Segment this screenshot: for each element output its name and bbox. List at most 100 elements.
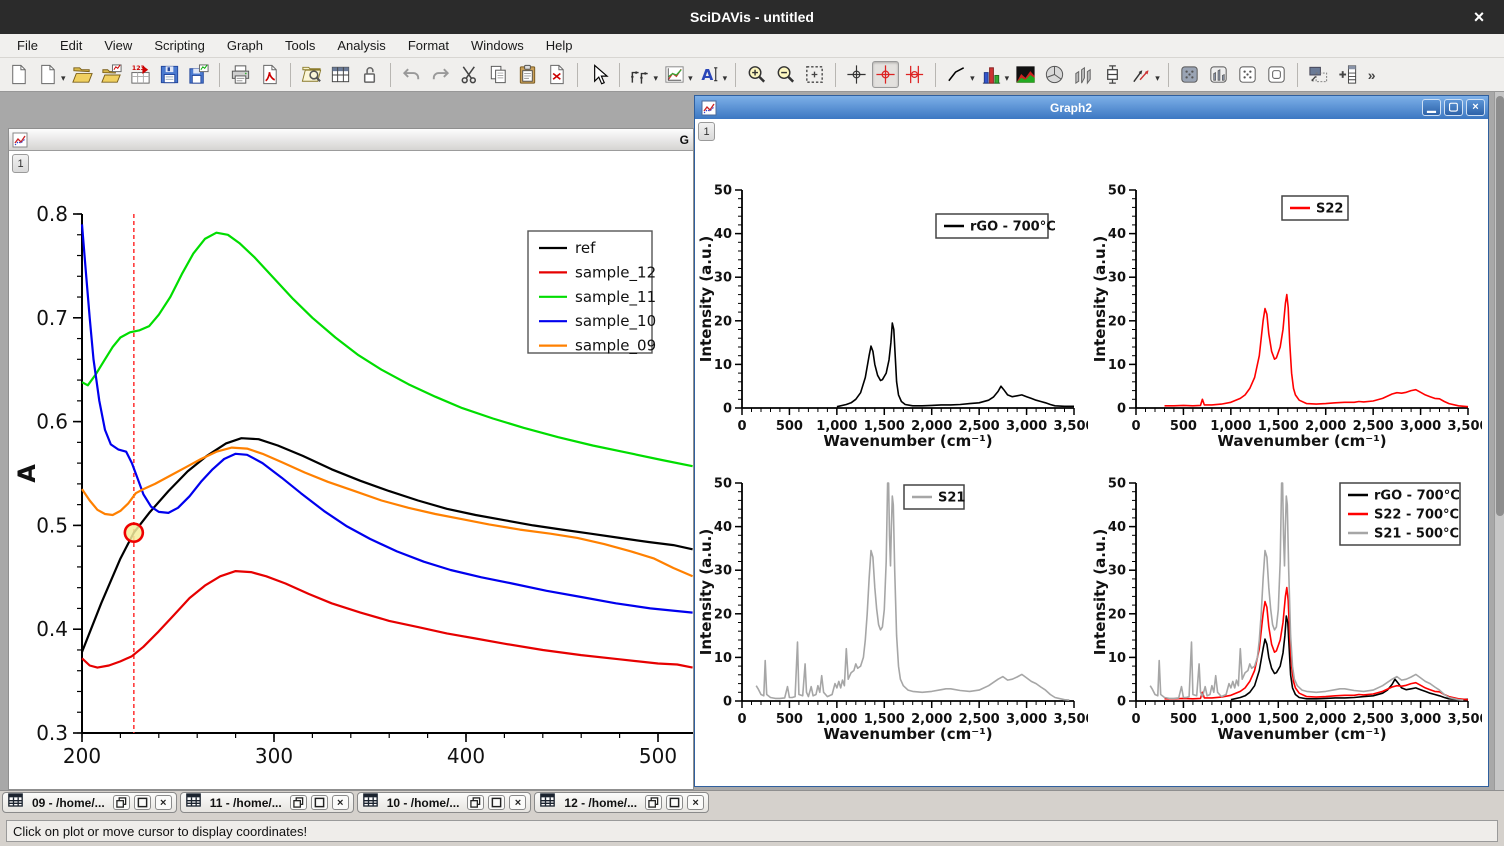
raman-legend[interactable]: rGO - 700°CS22 - 700°CS21 - 500°C [1340, 483, 1460, 545]
tab-restore-icon[interactable] [113, 795, 130, 810]
raman-subplot-rgo[interactable]: 05001,0001,5002,0002,5003,0003,500010203… [698, 178, 1088, 455]
raman-chart[interactable]: 05001,0001,5002,0002,5003,0003,500010203… [1092, 178, 1482, 450]
tab-maximize-icon[interactable] [666, 795, 683, 810]
tab-restore-icon[interactable] [290, 795, 307, 810]
vector-plot-icon[interactable] [1128, 61, 1155, 88]
plot3d-bars-icon[interactable] [1205, 61, 1232, 88]
menu-edit[interactable]: Edit [49, 36, 93, 55]
rescale-icon[interactable] [801, 61, 828, 88]
plot3d-scatter-icon[interactable] [1234, 61, 1261, 88]
graph2-layer-button[interactable]: 1 [698, 122, 715, 141]
new-aspect-dropdown-caret[interactable]: ▾ [61, 73, 66, 84]
export-pdf-icon[interactable] [256, 61, 283, 88]
area-plot-icon[interactable] [1012, 61, 1039, 88]
open-project-icon[interactable] [69, 61, 96, 88]
add-column-icon[interactable] [1334, 61, 1361, 88]
graph2-titlebar[interactable]: Graph2 ▁ ▢ × [695, 96, 1488, 119]
bar-plot-icon[interactable] [978, 61, 1005, 88]
graph1-titlebar[interactable]: G [9, 129, 693, 151]
graph1-window[interactable]: G 1 2003004005000.30.40.50.60.70.8Arefsa… [8, 128, 694, 790]
zoom-out-icon[interactable] [772, 61, 799, 88]
workspace-vertical-scrollbar[interactable] [1494, 92, 1504, 790]
line-plot-icon[interactable] [943, 61, 970, 88]
menu-format[interactable]: Format [397, 36, 460, 55]
raman-legend[interactable]: S22 [1282, 196, 1348, 220]
layer-style-icon[interactable] [661, 61, 688, 88]
line-plot-dropdown-caret[interactable]: ▾ [970, 73, 975, 84]
graph2-close-icon[interactable]: × [1466, 99, 1485, 116]
window-tab-11[interactable]: 11 - /home/...× [180, 792, 354, 813]
pointer-icon[interactable] [585, 61, 612, 88]
save-project-icon[interactable] [156, 61, 183, 88]
uvvis-legend[interactable]: refsample_12sample_11sample_10sample_09 [528, 231, 656, 356]
select-range-icon[interactable] [901, 61, 928, 88]
plot-style-dropdown-caret[interactable]: ▾ [654, 73, 659, 84]
copy-icon[interactable] [485, 61, 512, 88]
tab-restore-icon[interactable] [467, 795, 484, 810]
text-tool-dropdown-caret[interactable]: ▾ [723, 73, 728, 84]
tab-close-icon[interactable]: × [155, 795, 172, 810]
raman-legend[interactable]: rGO - 700°C [936, 214, 1056, 238]
raman-chart[interactable]: 05001,0001,5002,0002,5003,0003,500010203… [698, 178, 1088, 450]
data-reader-icon[interactable] [872, 61, 899, 88]
menu-scripting[interactable]: Scripting [143, 36, 216, 55]
raman-subplot-s21[interactable]: 05001,0001,5002,0002,5003,0003,500010203… [698, 471, 1088, 748]
menu-help[interactable]: Help [535, 36, 584, 55]
plot3d-volume-icon[interactable] [1263, 61, 1290, 88]
plot-style-icon[interactable] [627, 61, 654, 88]
tab-maximize-icon[interactable] [488, 795, 505, 810]
raman-legend[interactable]: S21 [904, 485, 965, 509]
paste-icon[interactable] [514, 61, 541, 88]
redo-icon[interactable] [427, 61, 454, 88]
graph2-maximize-icon[interactable]: ▢ [1444, 99, 1463, 116]
menu-view[interactable]: View [93, 36, 143, 55]
layer-style-dropdown-caret[interactable]: ▾ [688, 73, 693, 84]
box-plot-icon[interactable] [1099, 61, 1126, 88]
raman-subplot-s22[interactable]: 05001,0001,5002,0002,5003,0003,500010203… [1092, 178, 1482, 455]
uvvis-chart[interactable]: 2003004005000.30.40.50.60.70.8Arefsample… [9, 151, 693, 789]
window-tab-09[interactable]: 09 - /home/...× [2, 792, 177, 813]
save-template-icon[interactable] [185, 61, 212, 88]
graph2-window[interactable]: Graph2 ▁ ▢ × 1 05001,0001,5002,0002,5003… [694, 95, 1489, 787]
lock-toolbars-icon[interactable] [356, 61, 383, 88]
menu-graph[interactable]: Graph [216, 36, 274, 55]
menu-tools[interactable]: Tools [274, 36, 326, 55]
screen-reader-icon[interactable] [843, 61, 870, 88]
delete-selection-icon[interactable] [543, 61, 570, 88]
print-icon[interactable] [227, 61, 254, 88]
cut-icon[interactable] [456, 61, 483, 88]
toolbar-overflow-icon[interactable]: » [1362, 67, 1382, 83]
undo-icon[interactable] [398, 61, 425, 88]
menu-windows[interactable]: Windows [460, 36, 535, 55]
zoom-in-icon[interactable] [743, 61, 770, 88]
app-close-icon[interactable]: × [1464, 0, 1494, 34]
menu-analysis[interactable]: Analysis [326, 36, 396, 55]
tab-close-icon[interactable]: × [509, 795, 526, 810]
tab-maximize-icon[interactable] [134, 795, 151, 810]
raman-chart[interactable]: 05001,0001,5002,0002,5003,0003,500010203… [1092, 471, 1482, 743]
project-explorer-icon[interactable] [298, 61, 325, 88]
open-template-icon[interactable] [98, 61, 125, 88]
new-aspect-icon[interactable] [34, 61, 61, 88]
tab-close-icon[interactable]: × [687, 795, 704, 810]
bar-plot-dropdown-caret[interactable]: ▾ [1005, 73, 1010, 84]
results-log-icon[interactable] [327, 61, 354, 88]
uvvis-plot-canvas[interactable]: 2003004005000.30.40.50.60.70.8Arefsample… [9, 151, 693, 789]
vector-plot-dropdown-caret[interactable]: ▾ [1155, 73, 1160, 84]
window-tab-10[interactable]: 10 - /home/...× [357, 792, 532, 813]
data-reader-marker[interactable] [125, 524, 143, 542]
menu-file[interactable]: File [6, 36, 49, 55]
pie-plot-icon[interactable] [1041, 61, 1068, 88]
app-titlebar[interactable]: SciDAVis - untitled × [0, 0, 1504, 34]
import-ascii-icon[interactable]: 123 [127, 61, 154, 88]
raman-chart[interactable]: 05001,0001,5002,0002,5003,0003,500010203… [698, 471, 1088, 743]
tab-close-icon[interactable]: × [332, 795, 349, 810]
bars-3d-icon[interactable] [1070, 61, 1097, 88]
new-project-icon[interactable] [5, 61, 32, 88]
scrollbar-thumb[interactable] [1496, 96, 1504, 516]
raman-subplot-combined[interactable]: 05001,0001,5002,0002,5003,0003,500010203… [1092, 471, 1482, 748]
tab-maximize-icon[interactable] [311, 795, 328, 810]
graph1-layer-button[interactable]: 1 [12, 154, 29, 173]
window-tab-12[interactable]: 12 - /home/...× [534, 792, 709, 813]
arrange-layers-icon[interactable] [1305, 61, 1332, 88]
